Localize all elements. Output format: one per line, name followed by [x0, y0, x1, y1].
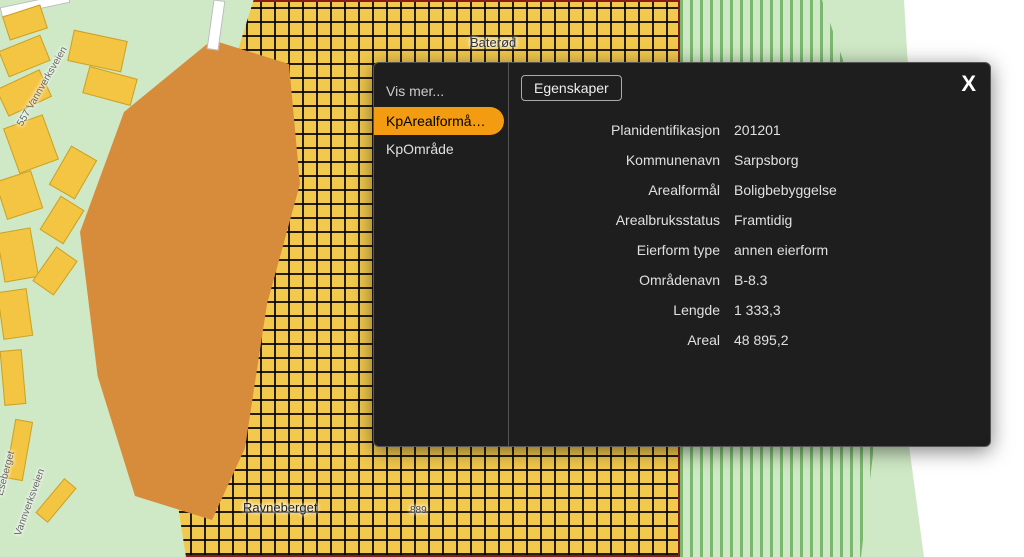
table-row: Areal 48 895,2 — [529, 325, 970, 355]
popup-main-panel: Egenskaper X Planidentifikasjon 201201 K… — [509, 63, 990, 446]
map-road — [207, 0, 226, 51]
prop-label: Eierform type — [529, 242, 734, 258]
table-row: Kommunenavn Sarpsborg — [529, 145, 970, 175]
tab-egenskaper[interactable]: Egenskaper — [521, 75, 622, 101]
popup-sidebar: Vis mer... KpArealformå… KpOmråde — [374, 63, 509, 446]
prop-label: Arealbruksstatus — [529, 212, 734, 228]
map-label-ravneberget: Ravneberget — [243, 500, 317, 515]
prop-value: B-8.3 — [734, 272, 970, 288]
prop-value: Sarpsborg — [734, 152, 970, 168]
sidebar-item-kpomrade[interactable]: KpOmråde — [374, 135, 508, 163]
table-row: Arealbruksstatus Framtidig — [529, 205, 970, 235]
sidebar-item-kparealformal[interactable]: KpArealformå… — [374, 107, 504, 135]
map-number-label: 889 — [410, 505, 427, 516]
properties-table: Planidentifikasjon 201201 Kommunenavn Sa… — [529, 115, 970, 355]
show-more-link[interactable]: Vis mer... — [374, 77, 508, 107]
prop-value: 1 333,3 — [734, 302, 970, 318]
table-row: Eierform type annen eierform — [529, 235, 970, 265]
table-row: Områdenavn B-8.3 — [529, 265, 970, 295]
prop-value: 201201 — [734, 122, 970, 138]
map-viewport[interactable]: Baterød Ravneberget 557 Vannverksveien E… — [0, 0, 1024, 557]
prop-label: Områdenavn — [529, 272, 734, 288]
map-buildings-group — [0, 0, 200, 557]
table-row: Arealformål Boligbebyggelse — [529, 175, 970, 205]
prop-value: Boligbebyggelse — [734, 182, 970, 198]
map-label-baterod: Baterød — [470, 35, 516, 50]
close-button[interactable]: X — [961, 73, 976, 95]
prop-value: Framtidig — [734, 212, 970, 228]
prop-label: Planidentifikasjon — [529, 122, 734, 138]
table-row: Planidentifikasjon 201201 — [529, 115, 970, 145]
prop-value: 48 895,2 — [734, 332, 970, 348]
prop-label: Arealformål — [529, 182, 734, 198]
prop-value: annen eierform — [734, 242, 970, 258]
table-row: Lengde 1 333,3 — [529, 295, 970, 325]
prop-label: Areal — [529, 332, 734, 348]
prop-label: Kommunenavn — [529, 152, 734, 168]
prop-label: Lengde — [529, 302, 734, 318]
feature-info-popup: Vis mer... KpArealformå… KpOmråde Egensk… — [373, 62, 991, 447]
